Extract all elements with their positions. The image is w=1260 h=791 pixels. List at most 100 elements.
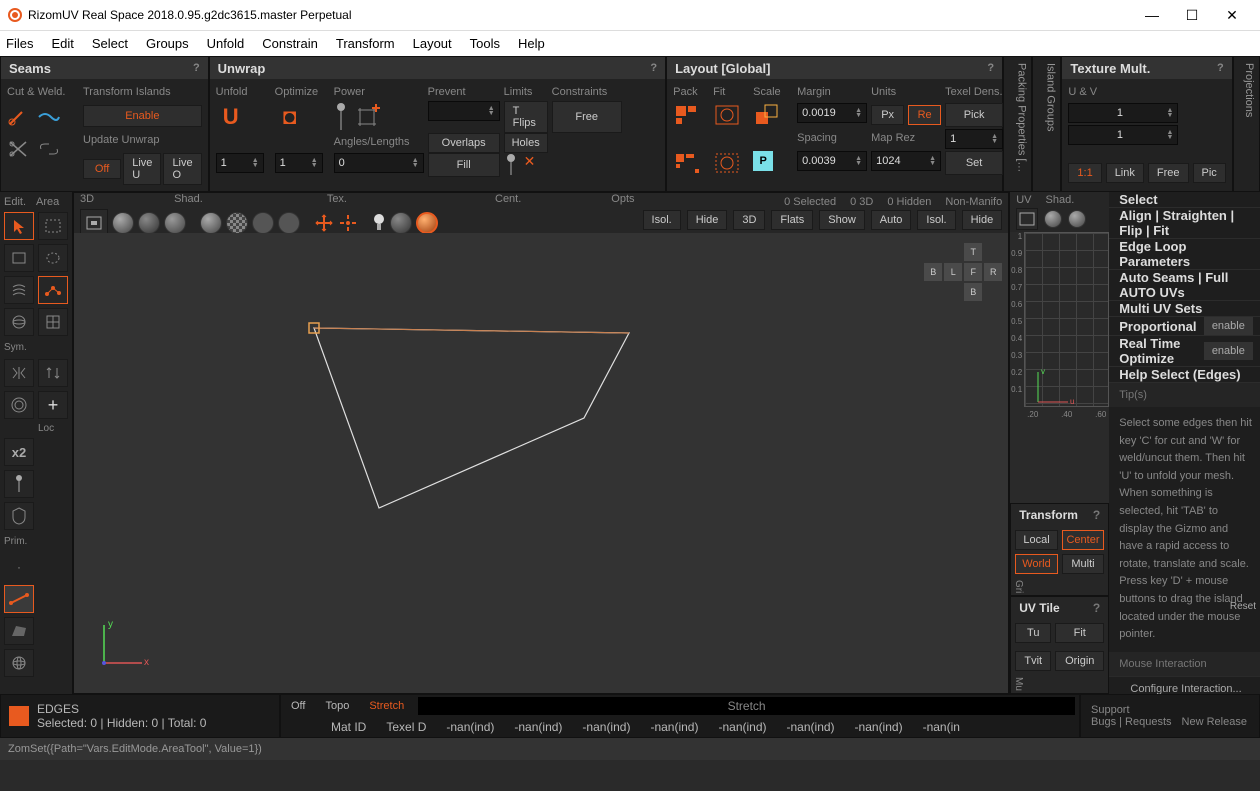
one-spinner[interactable]: 1▲▼ [945, 129, 1003, 149]
pack-selected-icon[interactable] [673, 151, 701, 175]
viewport-canvas[interactable]: T BLFR B y x [74, 233, 1008, 693]
tex-checker-icon[interactable] [226, 212, 248, 234]
help-icon[interactable]: ? [193, 62, 200, 74]
pick-button[interactable]: Pick [945, 103, 1003, 127]
optimize-iter-spinner[interactable]: 1▲▼ [275, 153, 323, 173]
spacing-spinner[interactable]: 0.0039▲▼ [797, 151, 867, 171]
shading-solid-icon[interactable] [164, 212, 186, 234]
pin-icon[interactable] [334, 102, 348, 132]
cut-icon[interactable] [7, 105, 31, 129]
weld-icon[interactable] [37, 105, 61, 129]
tflips-button[interactable]: T Flips [504, 101, 548, 133]
obj-prim-tool[interactable] [4, 649, 34, 677]
help-icon[interactable]: ? [1093, 601, 1100, 615]
u-spinner[interactable]: 1▲▼ [1068, 103, 1178, 123]
link-button[interactable]: Link [1106, 163, 1144, 183]
tex-custom-icon[interactable] [278, 212, 300, 234]
tu-button[interactable]: Tu [1015, 623, 1051, 643]
show-button[interactable]: Show [819, 210, 865, 230]
local-button[interactable]: Local [1015, 530, 1058, 550]
enable-realtime[interactable]: enable [1204, 342, 1253, 360]
hide2-button[interactable]: Hide [962, 210, 1003, 230]
insp-autoseams[interactable]: Auto Seams | Full AUTO UVs [1109, 270, 1260, 301]
unfold-iter-spinner[interactable]: 1▲▼ [216, 153, 264, 173]
fit-selected-icon[interactable] [713, 151, 741, 175]
px-button[interactable]: Px [871, 105, 904, 125]
view-cube[interactable]: T BLFR B [924, 243, 1002, 301]
target-tool[interactable] [4, 391, 34, 419]
optimize-icon[interactable]: ◘ [275, 102, 305, 132]
opt1-icon[interactable] [390, 212, 412, 234]
minimize-button[interactable]: — [1132, 0, 1172, 30]
margin-spinner[interactable]: 0.0019▲▼ [797, 103, 867, 123]
rect-select-tool[interactable] [38, 212, 68, 240]
pin3-tool[interactable] [4, 470, 34, 498]
sphere-tool[interactable] [4, 308, 34, 336]
stretch-button[interactable]: Stretch [359, 696, 414, 716]
sym-x-tool[interactable] [4, 359, 34, 387]
shield-tool[interactable] [4, 502, 34, 530]
newrelease-link[interactable]: New Release [1182, 716, 1247, 728]
insp-align[interactable]: Align | Straighten | Flip | Fit [1109, 208, 1260, 239]
scale-world-icon[interactable] [753, 103, 781, 127]
free-button[interactable]: Free [1148, 163, 1189, 183]
menu-select[interactable]: Select [92, 36, 128, 51]
help-icon[interactable]: ? [650, 62, 657, 74]
select-tool[interactable] [4, 212, 34, 240]
uv-frame-icon[interactable] [1016, 208, 1038, 230]
uv-shad1-icon[interactable] [1044, 210, 1062, 228]
insp-multiuv[interactable]: Multi UV Sets [1109, 301, 1260, 317]
ratio-button[interactable]: 1:1 [1068, 163, 1101, 183]
shading-flat-icon[interactable] [112, 212, 134, 234]
power-spinner[interactable]: ▲▼ [428, 101, 500, 121]
pack-world-icon[interactable] [673, 103, 701, 127]
insp-proportional[interactable]: Proportionalenable [1109, 317, 1260, 336]
isol1-button[interactable]: Isol. [643, 210, 681, 230]
enable-proportional[interactable]: enable [1204, 317, 1253, 335]
tex-grid-icon[interactable] [252, 212, 274, 234]
flats-button[interactable]: Flats [771, 210, 813, 230]
maprez-spinner[interactable]: 1024▲▼ [871, 151, 941, 171]
x2-tool[interactable]: x2 [4, 438, 34, 466]
island-groups-tab[interactable]: Island Groups [1032, 56, 1061, 192]
hide1-button[interactable]: Hide [687, 210, 728, 230]
mesh-tool[interactable] [4, 276, 34, 304]
liveu-button[interactable]: Live U [123, 153, 161, 185]
isol2-button[interactable]: Isol. [917, 210, 955, 230]
unfold-icon[interactable]: U [216, 102, 246, 132]
edge-prim-tool[interactable] [4, 585, 34, 613]
x-icon[interactable]: ✕ [524, 153, 536, 177]
overlaps-button[interactable]: Overlaps [428, 133, 500, 153]
menu-tools[interactable]: Tools [470, 36, 500, 51]
fill-button[interactable]: Fill [428, 153, 500, 177]
pin2-icon[interactable] [504, 153, 518, 177]
insp-edgeloop[interactable]: Edge Loop Parameters [1109, 239, 1260, 270]
insp-select[interactable]: Select [1109, 192, 1260, 208]
multi-button[interactable]: Multi [1062, 554, 1105, 574]
angles-spinner[interactable]: 0▲▼ [334, 153, 424, 173]
bugs-link[interactable]: Bugs | Requests [1091, 716, 1172, 728]
light-icon[interactable] [372, 213, 386, 233]
tex-none-icon[interactable] [200, 212, 222, 234]
liveo-button[interactable]: Live O [163, 153, 201, 185]
projections-tab[interactable]: Projections [1233, 56, 1260, 192]
enable-button[interactable]: Enable [83, 105, 202, 127]
configure-interaction[interactable]: Configure Interaction... [1109, 676, 1260, 694]
help-icon[interactable]: ? [1093, 508, 1100, 522]
fit-button[interactable]: Fit [1055, 623, 1104, 643]
uv-shad2-icon[interactable] [1068, 210, 1086, 228]
center-button[interactable]: Center [1062, 530, 1105, 550]
holes-button[interactable]: Holes [504, 133, 548, 153]
menu-edit[interactable]: Edit [51, 36, 73, 51]
help-icon[interactable]: ? [1217, 62, 1224, 74]
help-icon[interactable]: ? [987, 62, 994, 74]
v-spinner[interactable]: 1▲▼ [1068, 125, 1178, 145]
face-prim-tool[interactable] [4, 617, 34, 645]
origin-button[interactable]: Origin [1055, 651, 1104, 671]
topo-button[interactable]: Topo [315, 696, 359, 716]
insp-help[interactable]: Help Select (Edges) [1109, 367, 1260, 383]
center-pivot-icon[interactable] [338, 213, 358, 233]
plus-tool[interactable]: + [38, 391, 68, 419]
auto-button[interactable]: Auto [871, 210, 912, 230]
free-button[interactable]: Free [552, 101, 622, 133]
